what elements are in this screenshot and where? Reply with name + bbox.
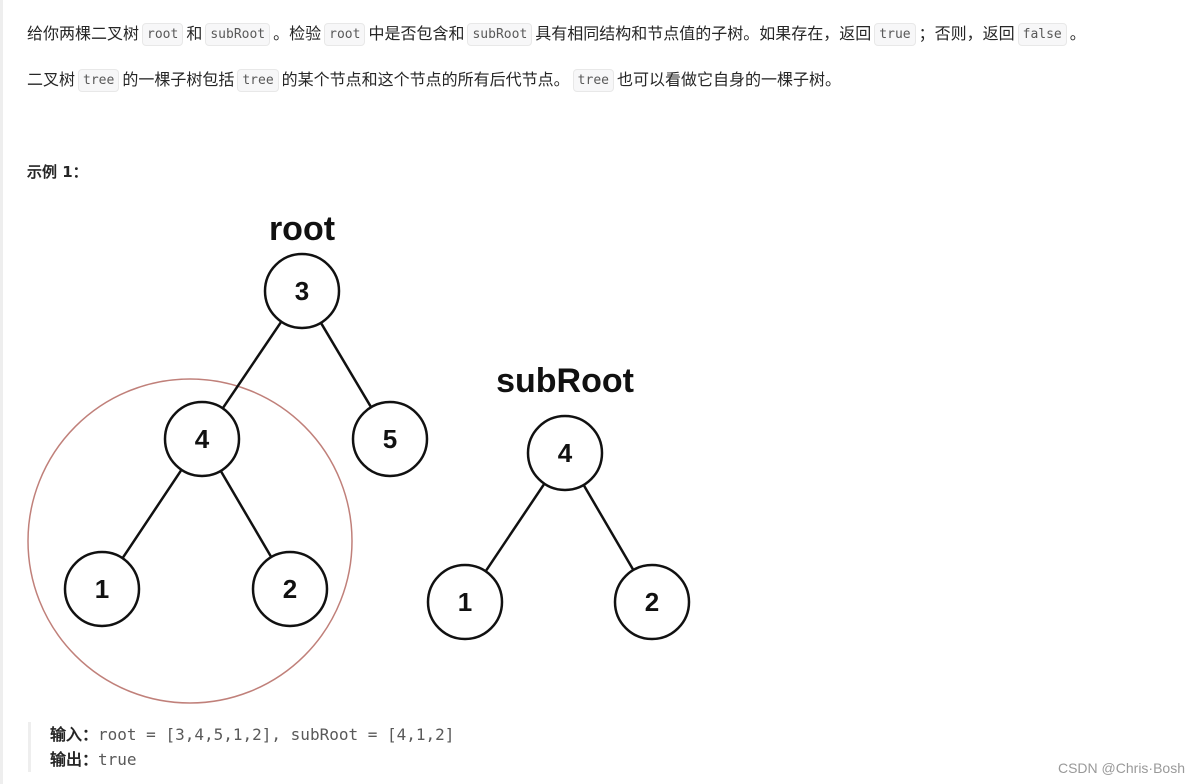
paragraph-text: 的一棵子树包括 (122, 70, 235, 89)
inline-code-subRoot: subRoot (467, 23, 533, 46)
root-tree-node-r1: 1 (63, 550, 141, 628)
paragraph-text: 的某个节点和这个节点的所有后代节点。 (281, 70, 570, 89)
problem-paragraph-1: 给你两棵二叉树 root 和 subRoot 。检验 root 中是否包含和 subRoot 具… (27, 22, 1086, 46)
subroot-tree-edge-s4-s1 (484, 483, 546, 572)
inline-code-tree: tree (78, 69, 120, 92)
inline-code-root: root (142, 23, 184, 46)
output-value: true (98, 750, 137, 769)
inline-code-root: root (324, 23, 366, 46)
example-input-line: 输入：root = [3,4,5,1,2], subRoot = [4,1,2] (50, 722, 454, 747)
node-value: 4 (558, 438, 573, 468)
inline-code-tree: tree (572, 69, 614, 92)
paragraph-text: 和 (186, 24, 203, 43)
node-value: 5 (383, 424, 397, 454)
inline-code-true: true (874, 23, 916, 46)
root-tree-edge-r3-r4 (221, 320, 283, 410)
node-value: 1 (458, 587, 472, 617)
node-value: 3 (295, 276, 309, 306)
watermark: CSDN @Chris·Bosh (1057, 760, 1185, 776)
paragraph-text: 二叉树 (27, 70, 76, 89)
inline-code-subRoot: subRoot (205, 23, 271, 46)
paragraph-text: 给你两棵二叉树 (27, 24, 140, 43)
root-tree-label: root (269, 210, 335, 248)
output-label: 输出： (50, 750, 99, 769)
inline-code-false: false (1017, 23, 1067, 46)
node-value: 2 (283, 574, 297, 604)
example-output-line: 输出：true (50, 747, 454, 772)
root-tree-node-r2: 2 (251, 550, 329, 628)
tree-diagram: 3 4 5 1 2 4 1 2 root subRoot (27, 210, 691, 704)
root-tree-node-r4: 4 (163, 400, 241, 478)
subroot-tree-node-s1: 1 (426, 563, 504, 641)
root-tree-edge-r4-r1 (121, 469, 183, 559)
input-label: 输入： (50, 725, 99, 744)
subroot-tree-node-s4: 4 (526, 414, 604, 492)
paragraph-text: 。检验 (273, 24, 322, 43)
root-tree-node-r5: 5 (351, 400, 429, 478)
paragraph-text: ；否则，返回 (918, 24, 1015, 43)
paragraph-text: 具有相同结构和节点值的子树。如果存在，返回 (535, 24, 872, 43)
paragraph-text: 也可以看做它自身的一棵子树。 (616, 70, 841, 89)
problem-paragraph-2: 二叉树 tree 的一棵子树包括 tree 的某个节点和这个节点的所有后代节点。 tree… (27, 68, 841, 92)
input-value: root = [3,4,5,1,2], subRoot = [4,1,2] (98, 725, 455, 744)
subroot-tree-label: subRoot (496, 362, 634, 400)
example-io-block: 输入：root = [3,4,5,1,2], subRoot = [4,1,2]… (28, 722, 454, 772)
subroot-tree-edge-s4-s2 (582, 484, 635, 571)
root-tree-edge-r3-r5 (319, 322, 373, 408)
subroot-tree-node-s2: 2 (613, 563, 691, 641)
example-title: 示例 1： (27, 163, 88, 181)
paragraph-text: 。 (1069, 24, 1086, 43)
root-tree-edge-r4-r2 (219, 470, 273, 558)
node-value: 2 (645, 587, 659, 617)
inline-code-tree: tree (237, 69, 279, 92)
node-value: 1 (95, 574, 109, 604)
root-tree-node-r3: 3 (263, 252, 341, 330)
paragraph-text: 中是否包含和 (368, 24, 465, 43)
node-value: 4 (195, 424, 210, 454)
